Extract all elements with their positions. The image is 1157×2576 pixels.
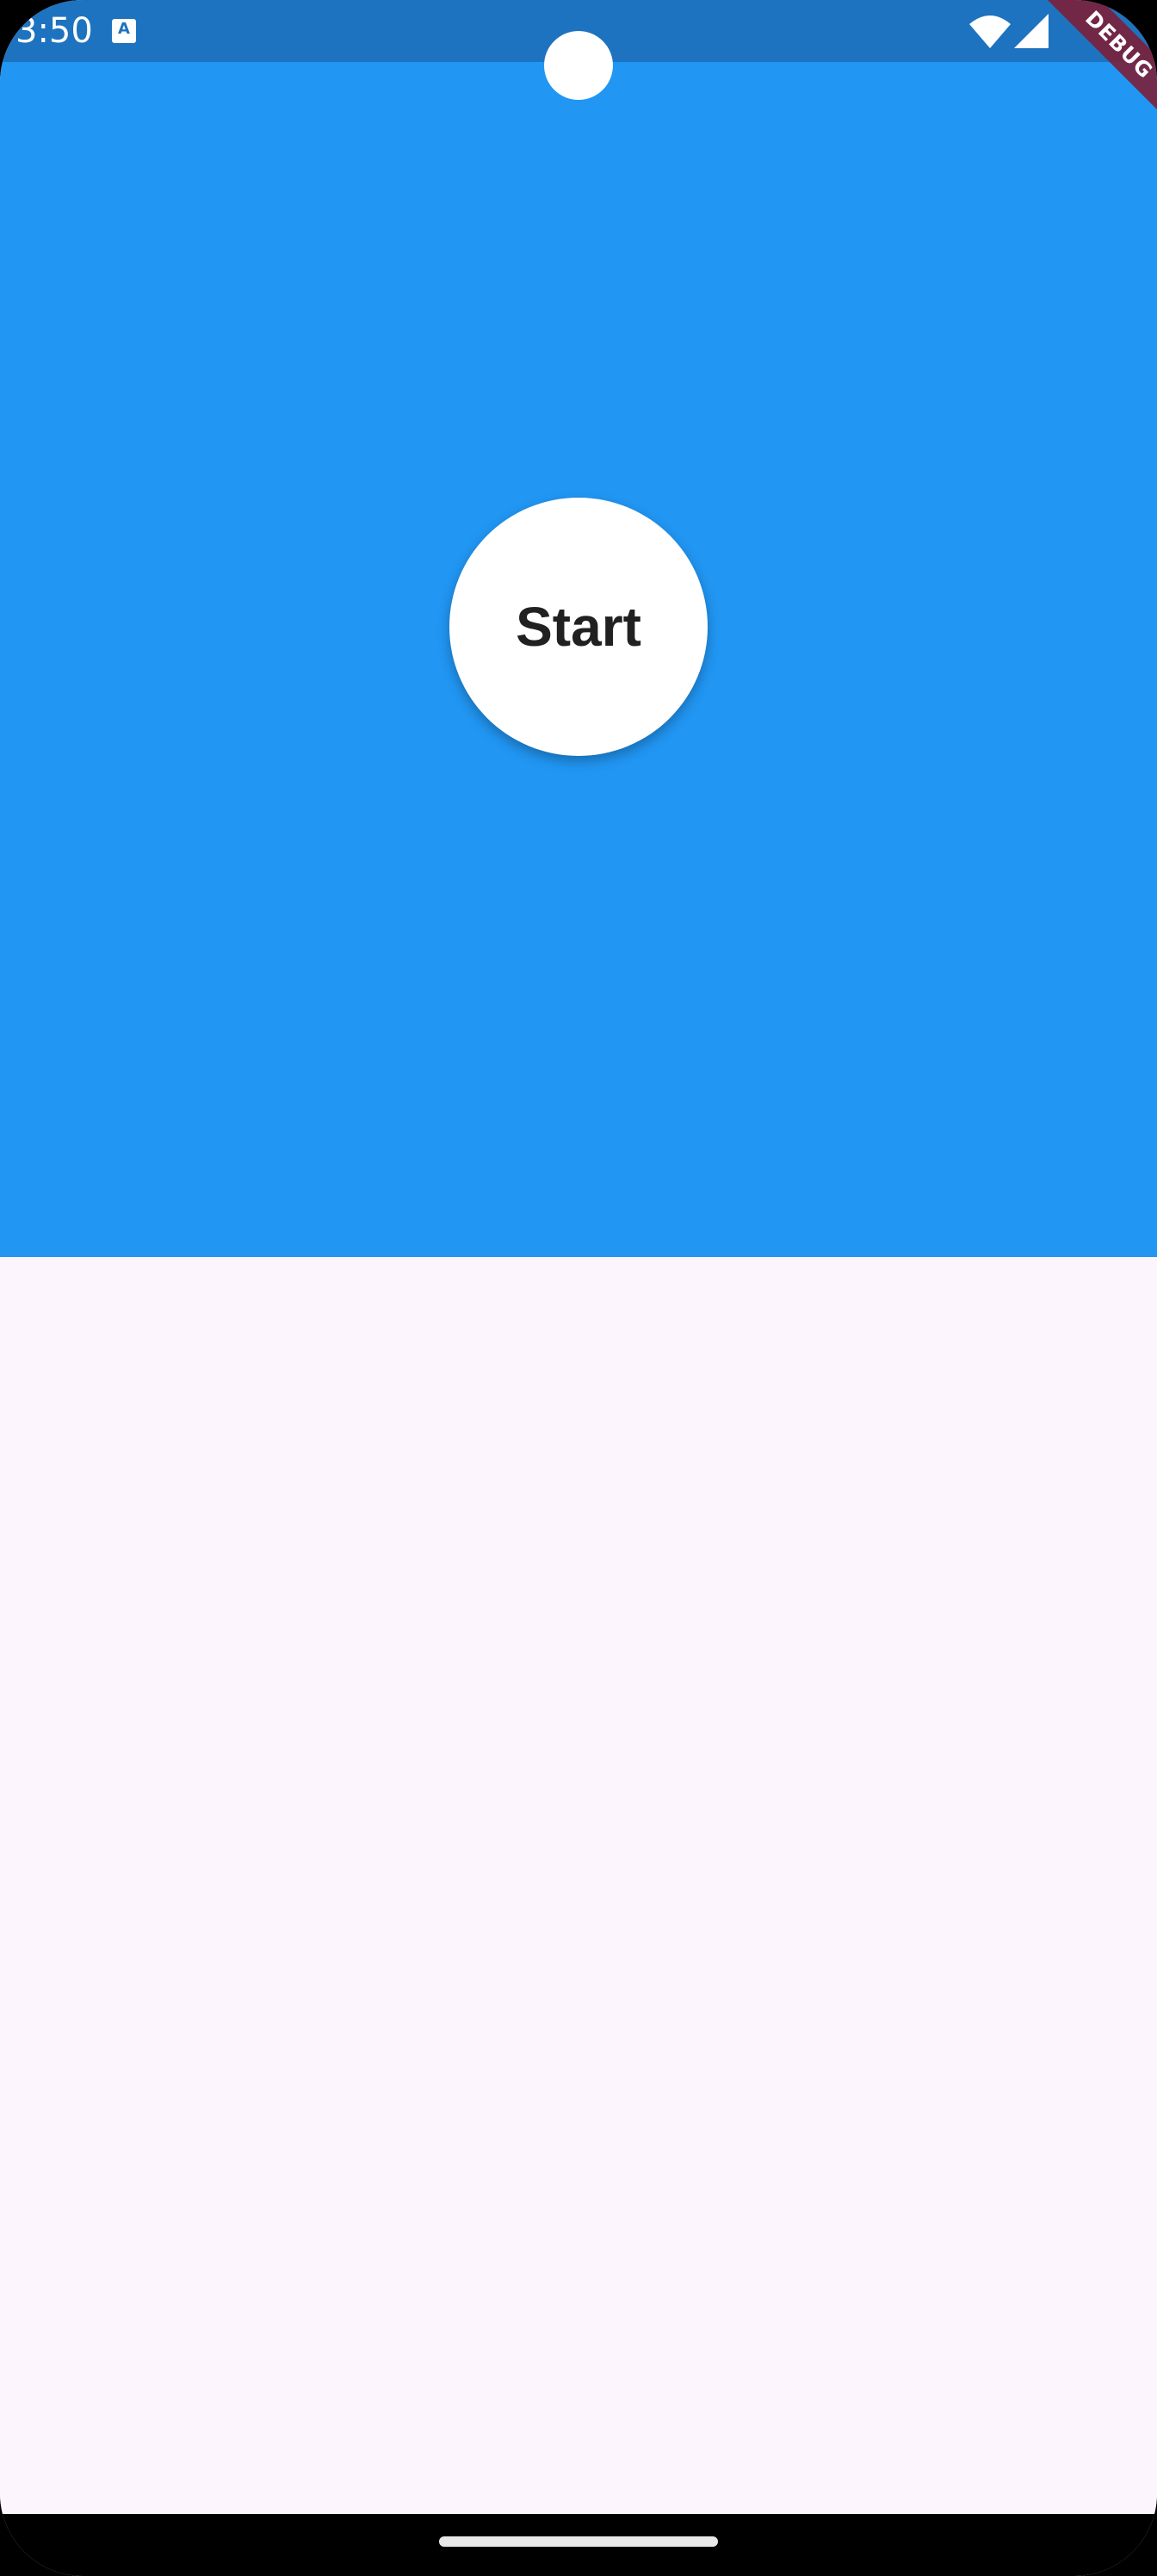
content-area [0, 1257, 1157, 2514]
app-notification-icon-letter: A [118, 20, 130, 38]
status-time: 3:50 [15, 11, 93, 51]
camera-cutout [544, 31, 613, 100]
device-screen: 3:50 A Start DEBUG [0, 0, 1157, 2576]
home-indicator[interactable] [439, 2536, 718, 2547]
app-notification-icon: A [112, 19, 136, 43]
signal-icon [1014, 14, 1049, 48]
navigation-bar [0, 2514, 1157, 2576]
wifi-icon [969, 15, 1011, 48]
start-button[interactable]: Start [449, 498, 708, 756]
primary-panel: Start [0, 62, 1157, 1257]
start-button-label: Start [516, 596, 641, 658]
